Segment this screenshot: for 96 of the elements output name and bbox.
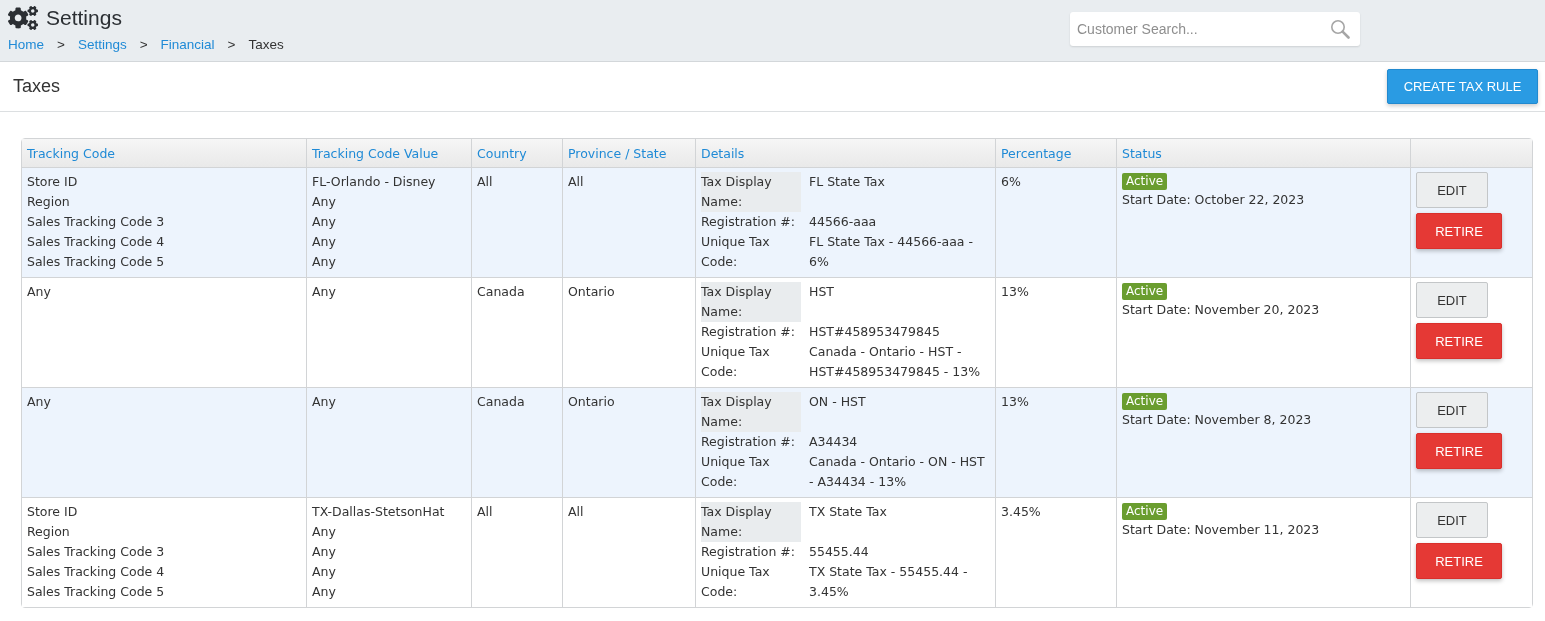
- detail-label: Registration #:: [701, 543, 797, 561]
- province-text: Ontario: [568, 283, 615, 301]
- tracking-code-text: Store ID: [27, 503, 78, 521]
- start-date-text: Start Date: October 22, 2023: [1122, 191, 1306, 209]
- column-header[interactable]: Percentage: [996, 139, 1117, 168]
- breadcrumb-link[interactable]: Settings: [77, 37, 127, 52]
- detail-value: HST: [809, 283, 835, 301]
- province-text: All: [568, 503, 584, 521]
- detail-label: Unique Tax Code:: [701, 563, 771, 601]
- column-header[interactable]: Tracking Code Value: [307, 139, 472, 168]
- detail-label: Registration #:: [701, 433, 797, 451]
- percentage-text: 6%: [1001, 173, 1021, 191]
- detail-label: Tax Display Name:: [701, 282, 801, 322]
- breadcrumb-separator: >: [57, 37, 65, 52]
- start-date-text: Start Date: November 11, 2023: [1122, 521, 1321, 539]
- detail-value: Canada - Ontario - ON - HST - A34434 - 13%: [809, 453, 986, 491]
- tracking-code-text: Sales Tracking Code 3: [27, 213, 165, 231]
- tracking-code-text: Sales Tracking Code 4: [27, 233, 165, 251]
- tracking-code-value-text: Any: [312, 563, 336, 581]
- status-badge: Active: [1122, 173, 1168, 190]
- detail-label: Unique Tax Code:: [701, 343, 771, 381]
- status-badge: Active: [1122, 283, 1168, 300]
- status-badge: Active: [1122, 503, 1168, 520]
- breadcrumb-separator: >: [139, 37, 148, 52]
- start-date-text: Start Date: November 20, 2023: [1122, 301, 1321, 319]
- column-header[interactable]: Details: [696, 139, 996, 168]
- tracking-code-value-text: Any: [312, 213, 336, 231]
- tracking-code-value-text: Any: [312, 283, 336, 301]
- tracking-code-text: Sales Tracking Code 3: [27, 543, 165, 561]
- retire-button[interactable]: RETIRE: [1416, 433, 1502, 469]
- country-text: All: [477, 503, 493, 521]
- section-title: Taxes: [13, 76, 61, 97]
- breadcrumb-separator: >: [227, 37, 236, 52]
- country-text: Canada: [477, 393, 525, 411]
- detail-label: Tax Display Name:: [701, 502, 801, 542]
- province-text: All: [568, 173, 584, 191]
- app-title: Settings: [46, 6, 122, 30]
- tracking-code-value-text: Any: [312, 233, 336, 251]
- column-header[interactable]: Status: [1117, 139, 1411, 168]
- detail-label: Tax Display Name:: [701, 172, 801, 212]
- tracking-code-text: Sales Tracking Code 5: [27, 583, 165, 601]
- breadcrumb-link[interactable]: Home: [8, 37, 44, 52]
- detail-value: 44566-aaa: [809, 213, 878, 231]
- tracking-code-text: Store ID: [27, 173, 78, 191]
- detail-value: 55455.44: [809, 543, 870, 561]
- tracking-code-text: Sales Tracking Code 5: [27, 253, 165, 271]
- edit-button[interactable]: EDIT: [1416, 502, 1488, 538]
- gears-icon: [8, 5, 38, 31]
- detail-value: FL State Tax: [809, 173, 886, 191]
- detail-value: FL State Tax - 44566-aaa - 6%: [809, 233, 974, 271]
- detail-value: ON - HST: [809, 393, 867, 411]
- detail-value: HST#458953479845: [809, 323, 941, 341]
- detail-value: TX State Tax: [809, 503, 888, 521]
- edit-button[interactable]: EDIT: [1416, 392, 1488, 428]
- column-header[interactable]: Province / State: [563, 139, 696, 168]
- column-header[interactable]: Tracking Code: [22, 139, 307, 168]
- tracking-code-text: Sales Tracking Code 4: [27, 563, 165, 581]
- detail-label: Tax Display Name:: [701, 392, 801, 432]
- tracking-code-text: Any: [27, 393, 51, 411]
- breadcrumb-current: Taxes: [248, 37, 284, 52]
- create-tax-rule-button[interactable]: CREATE TAX RULE: [1387, 69, 1538, 104]
- tracking-code-text: Any: [27, 283, 51, 301]
- column-header[interactable]: Country: [472, 139, 563, 168]
- country-text: Canada: [477, 283, 525, 301]
- tracking-code-value-text: Any: [312, 393, 336, 411]
- detail-label: Registration #:: [701, 213, 797, 231]
- tracking-code-value-text: Any: [312, 253, 336, 271]
- search-icon[interactable]: [1330, 19, 1350, 39]
- detail-value: Canada - Ontario - HST - HST#458953479845 - 13%: [809, 343, 982, 381]
- tracking-code-value-text: Any: [312, 583, 336, 601]
- tracking-code-value-text: TX-Dallas-StetsonHat: [312, 503, 445, 521]
- detail-label: Unique Tax Code:: [701, 233, 771, 271]
- tracking-code-text: Region: [27, 193, 70, 211]
- detail-value: TX State Tax - 55455.44 - 3.45%: [809, 563, 969, 601]
- edit-button[interactable]: EDIT: [1416, 282, 1488, 318]
- edit-button[interactable]: EDIT: [1416, 172, 1488, 208]
- tracking-code-value-text: Any: [312, 193, 336, 211]
- percentage-text: 13%: [1001, 283, 1029, 301]
- tracking-code-value-text: Any: [312, 543, 336, 561]
- country-text: All: [477, 173, 493, 191]
- detail-label: Unique Tax Code:: [701, 453, 771, 491]
- tracking-code-value-text: Any: [312, 523, 336, 541]
- detail-label: Registration #:: [701, 323, 797, 341]
- retire-button[interactable]: RETIRE: [1416, 323, 1502, 359]
- customer-search-field[interactable]: Customer Search...: [1070, 12, 1360, 46]
- breadcrumb-link[interactable]: Financial: [160, 37, 215, 52]
- start-date-text: Start Date: November 8, 2023: [1122, 411, 1313, 429]
- tracking-code-text: Region: [27, 523, 70, 541]
- retire-button[interactable]: RETIRE: [1416, 543, 1502, 579]
- status-badge: Active: [1122, 393, 1168, 410]
- retire-button[interactable]: RETIRE: [1416, 213, 1502, 249]
- percentage-text: 3.45%: [1001, 503, 1041, 521]
- tracking-code-value-text: FL-Orlando - Disney: [312, 173, 436, 191]
- percentage-text: 13%: [1001, 393, 1029, 411]
- detail-value: A34434: [809, 433, 859, 451]
- province-text: Ontario: [568, 393, 615, 411]
